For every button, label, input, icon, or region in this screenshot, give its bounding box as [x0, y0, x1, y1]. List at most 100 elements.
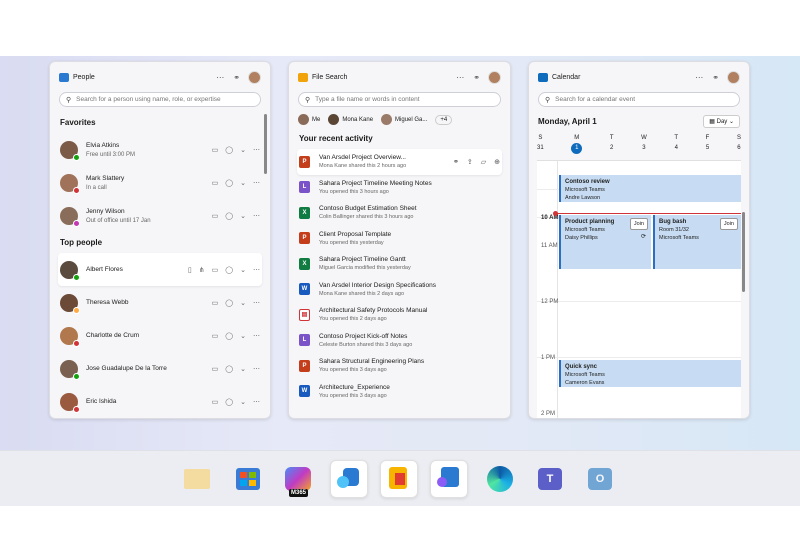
video-call-icon[interactable]: ▭	[212, 179, 219, 187]
video-call-icon[interactable]: ▭	[212, 398, 219, 406]
join-button[interactable]: Join	[719, 218, 738, 230]
file-row[interactable]: X Contoso Budget Estimation Sheet Colin Ba…	[289, 200, 510, 226]
file-explorer-icon[interactable]	[178, 460, 216, 498]
chevron-down-icon[interactable]: ⌄	[240, 332, 246, 340]
open-in-browser-icon[interactable]: ⊕	[494, 158, 500, 166]
file-row-selected[interactable]: P Van Arsdel Project Overview... Mona Kan…	[297, 149, 502, 175]
more-icon[interactable]: ⋯	[253, 398, 260, 406]
people-search-input[interactable]: ⚲ Search for a person using name, role, …	[59, 92, 261, 107]
scrollbar[interactable]	[264, 114, 267, 174]
more-icon[interactable]: ⋯	[253, 332, 260, 340]
chat-icon[interactable]: ◯	[225, 212, 233, 220]
person-row-selected[interactable]: Albert Flores ▯ ⋔ ▭ ◯ ⌄ ⋯	[58, 253, 262, 286]
file-row[interactable]: P Sahara Structural Engineering Plans You …	[289, 353, 510, 379]
chat-icon[interactable]: ◯	[225, 332, 233, 340]
person-row[interactable]: Jose Guadalupe De la Torre ▭ ◯ ⌄ ⋯	[50, 352, 270, 385]
more-icon[interactable]: ⋯	[253, 146, 260, 154]
video-call-icon[interactable]: ▭	[212, 299, 219, 307]
chip-mona-kane[interactable]: Mona Kane	[328, 114, 373, 125]
file-row[interactable]: X Sahara Project Timeline Gantt Miguel Gar…	[289, 251, 510, 277]
chat-icon[interactable]: ◯	[225, 146, 233, 154]
more-people-chip[interactable]: +4	[435, 114, 453, 125]
chevron-down-icon[interactable]: ⌄	[240, 299, 246, 307]
more-icon[interactable]: ⋯	[216, 73, 224, 82]
day-wednesday[interactable]: W3	[641, 135, 647, 154]
person-row[interactable]: Eric Ishida ▭ ◯ ⌄ ⋯	[50, 385, 270, 418]
org-chart-icon[interactable]: ⋔	[199, 266, 205, 274]
video-call-icon[interactable]: ▭	[212, 332, 219, 340]
video-call-icon[interactable]: ▭	[212, 146, 219, 154]
chat-icon[interactable]: ◯	[225, 299, 233, 307]
file-activity: Mona Kane shared this 2 days ago	[319, 290, 405, 297]
chat-icon[interactable]: ◯	[225, 179, 233, 187]
video-call-icon[interactable]: ▭	[212, 365, 219, 373]
more-icon[interactable]: ⋯	[253, 266, 260, 274]
more-icon[interactable]: ⋯	[253, 179, 260, 187]
copy-link-icon[interactable]: ⚭	[453, 158, 459, 166]
file-row[interactable]: W Architecture_Experience You opened this …	[289, 379, 510, 405]
people-app-taskbar-icon[interactable]	[330, 460, 368, 498]
day-friday[interactable]: F5	[706, 135, 710, 154]
day-saturday[interactable]: S6	[737, 135, 741, 154]
avatar[interactable]	[488, 70, 501, 84]
video-call-icon[interactable]: ▭	[212, 212, 219, 220]
outlook-icon[interactable]: O	[581, 460, 619, 498]
store-icon[interactable]	[229, 460, 267, 498]
day-thursday[interactable]: T4	[674, 135, 678, 154]
file-row[interactable]: W Van Arsdel Interior Design Specificatio…	[289, 277, 510, 303]
day-grid[interactable]: 10 AM 11 AM 12 PM 1 PM 2 PM Contoso revi…	[537, 160, 741, 418]
join-button[interactable]: Join	[629, 218, 648, 230]
scrollbar[interactable]	[742, 212, 745, 292]
file-row[interactable]: L Contoso Project Kick-off Notes Celeste B…	[289, 328, 510, 354]
calendar-event[interactable]: Contoso review Microsoft Teams Andre Lawso…	[559, 175, 741, 202]
avatar[interactable]	[727, 70, 740, 84]
chevron-down-icon[interactable]: ⌄	[240, 365, 246, 373]
calendar-taskbar-icon[interactable]	[430, 460, 468, 498]
avatar[interactable]	[248, 70, 261, 84]
chevron-down-icon[interactable]: ⌄	[240, 398, 246, 406]
calendar-search-input[interactable]: ⚲ Search for a calendar event	[538, 92, 740, 107]
open-folder-icon[interactable]: ▱	[481, 158, 486, 166]
share-icon[interactable]: ⇪	[467, 158, 473, 166]
person-row[interactable]: Jenny Wilson Out of office until 17 Jan ▭…	[50, 199, 270, 232]
file-row[interactable]: P Client Proposal Template You opened this…	[289, 226, 510, 252]
file-activity: Miguel Garcia modified this yesterday	[319, 265, 411, 272]
calendar-event[interactable]: Quick sync Microsoft Teams Cameron Evans	[559, 360, 741, 387]
m365-icon[interactable]: M365	[279, 460, 317, 498]
more-icon[interactable]: ⋯	[253, 299, 260, 307]
more-icon[interactable]: ⋯	[253, 212, 260, 220]
chat-icon[interactable]: ◯	[225, 398, 233, 406]
file-search-taskbar-icon[interactable]	[380, 460, 418, 498]
more-icon[interactable]: ⋯	[456, 73, 464, 82]
chat-icon[interactable]: ◯	[225, 266, 233, 274]
person-row[interactable]: Theresa Webb ▭ ◯ ⌄ ⋯	[50, 286, 270, 319]
calendar-event[interactable]: Bug bash Room 31/32 Microsoft Teams Join	[653, 215, 741, 269]
file-icon[interactable]: ▯	[188, 266, 192, 274]
chip-miguel[interactable]: Miguel Ga...	[381, 114, 427, 125]
chat-icon[interactable]: ◯	[225, 365, 233, 373]
chip-me[interactable]: Me	[298, 114, 320, 125]
calendar-event[interactable]: Product planning Microsoft Teams Daisy Phi…	[559, 215, 651, 269]
teams-icon[interactable]: T	[531, 460, 569, 498]
day-sunday[interactable]: S 31	[537, 135, 544, 154]
video-call-icon[interactable]: ▭	[212, 266, 219, 274]
file-row[interactable]: ▤ Architectural Safety Protocols Manual Yo…	[289, 302, 510, 328]
chevron-down-icon[interactable]: ⌄	[240, 266, 246, 274]
person-row[interactable]: Mark Slattery In a call ▭ ◯ ⌄ ⋯	[50, 166, 270, 199]
chevron-down-icon[interactable]: ⌄	[240, 179, 246, 187]
day-monday[interactable]: M1	[571, 135, 583, 154]
person-row[interactable]: Charlotte de Crum ▭ ◯ ⌄ ⋯	[50, 319, 270, 352]
edge-icon[interactable]	[481, 460, 519, 498]
link-icon[interactable]: ⚭	[233, 73, 240, 82]
person-row[interactable]: Elvia Atkins Free until 3:00 PM ▭ ◯ ⌄ ⋯	[50, 133, 270, 166]
link-icon[interactable]: ⚭	[712, 73, 719, 82]
chevron-down-icon[interactable]: ⌄	[240, 146, 246, 154]
link-icon[interactable]: ⚭	[473, 73, 480, 82]
more-icon[interactable]: ⋯	[253, 365, 260, 373]
day-tuesday[interactable]: T2	[610, 135, 614, 154]
view-selector[interactable]: ▦ Day ⌄	[703, 114, 740, 128]
more-icon[interactable]: ⋯	[695, 73, 703, 82]
chevron-down-icon[interactable]: ⌄	[240, 212, 246, 220]
file-search-input[interactable]: ⚲ Type a file name or words in content	[298, 92, 501, 107]
file-row[interactable]: L Sahara Project Timeline Meeting Notes Yo…	[289, 175, 510, 201]
